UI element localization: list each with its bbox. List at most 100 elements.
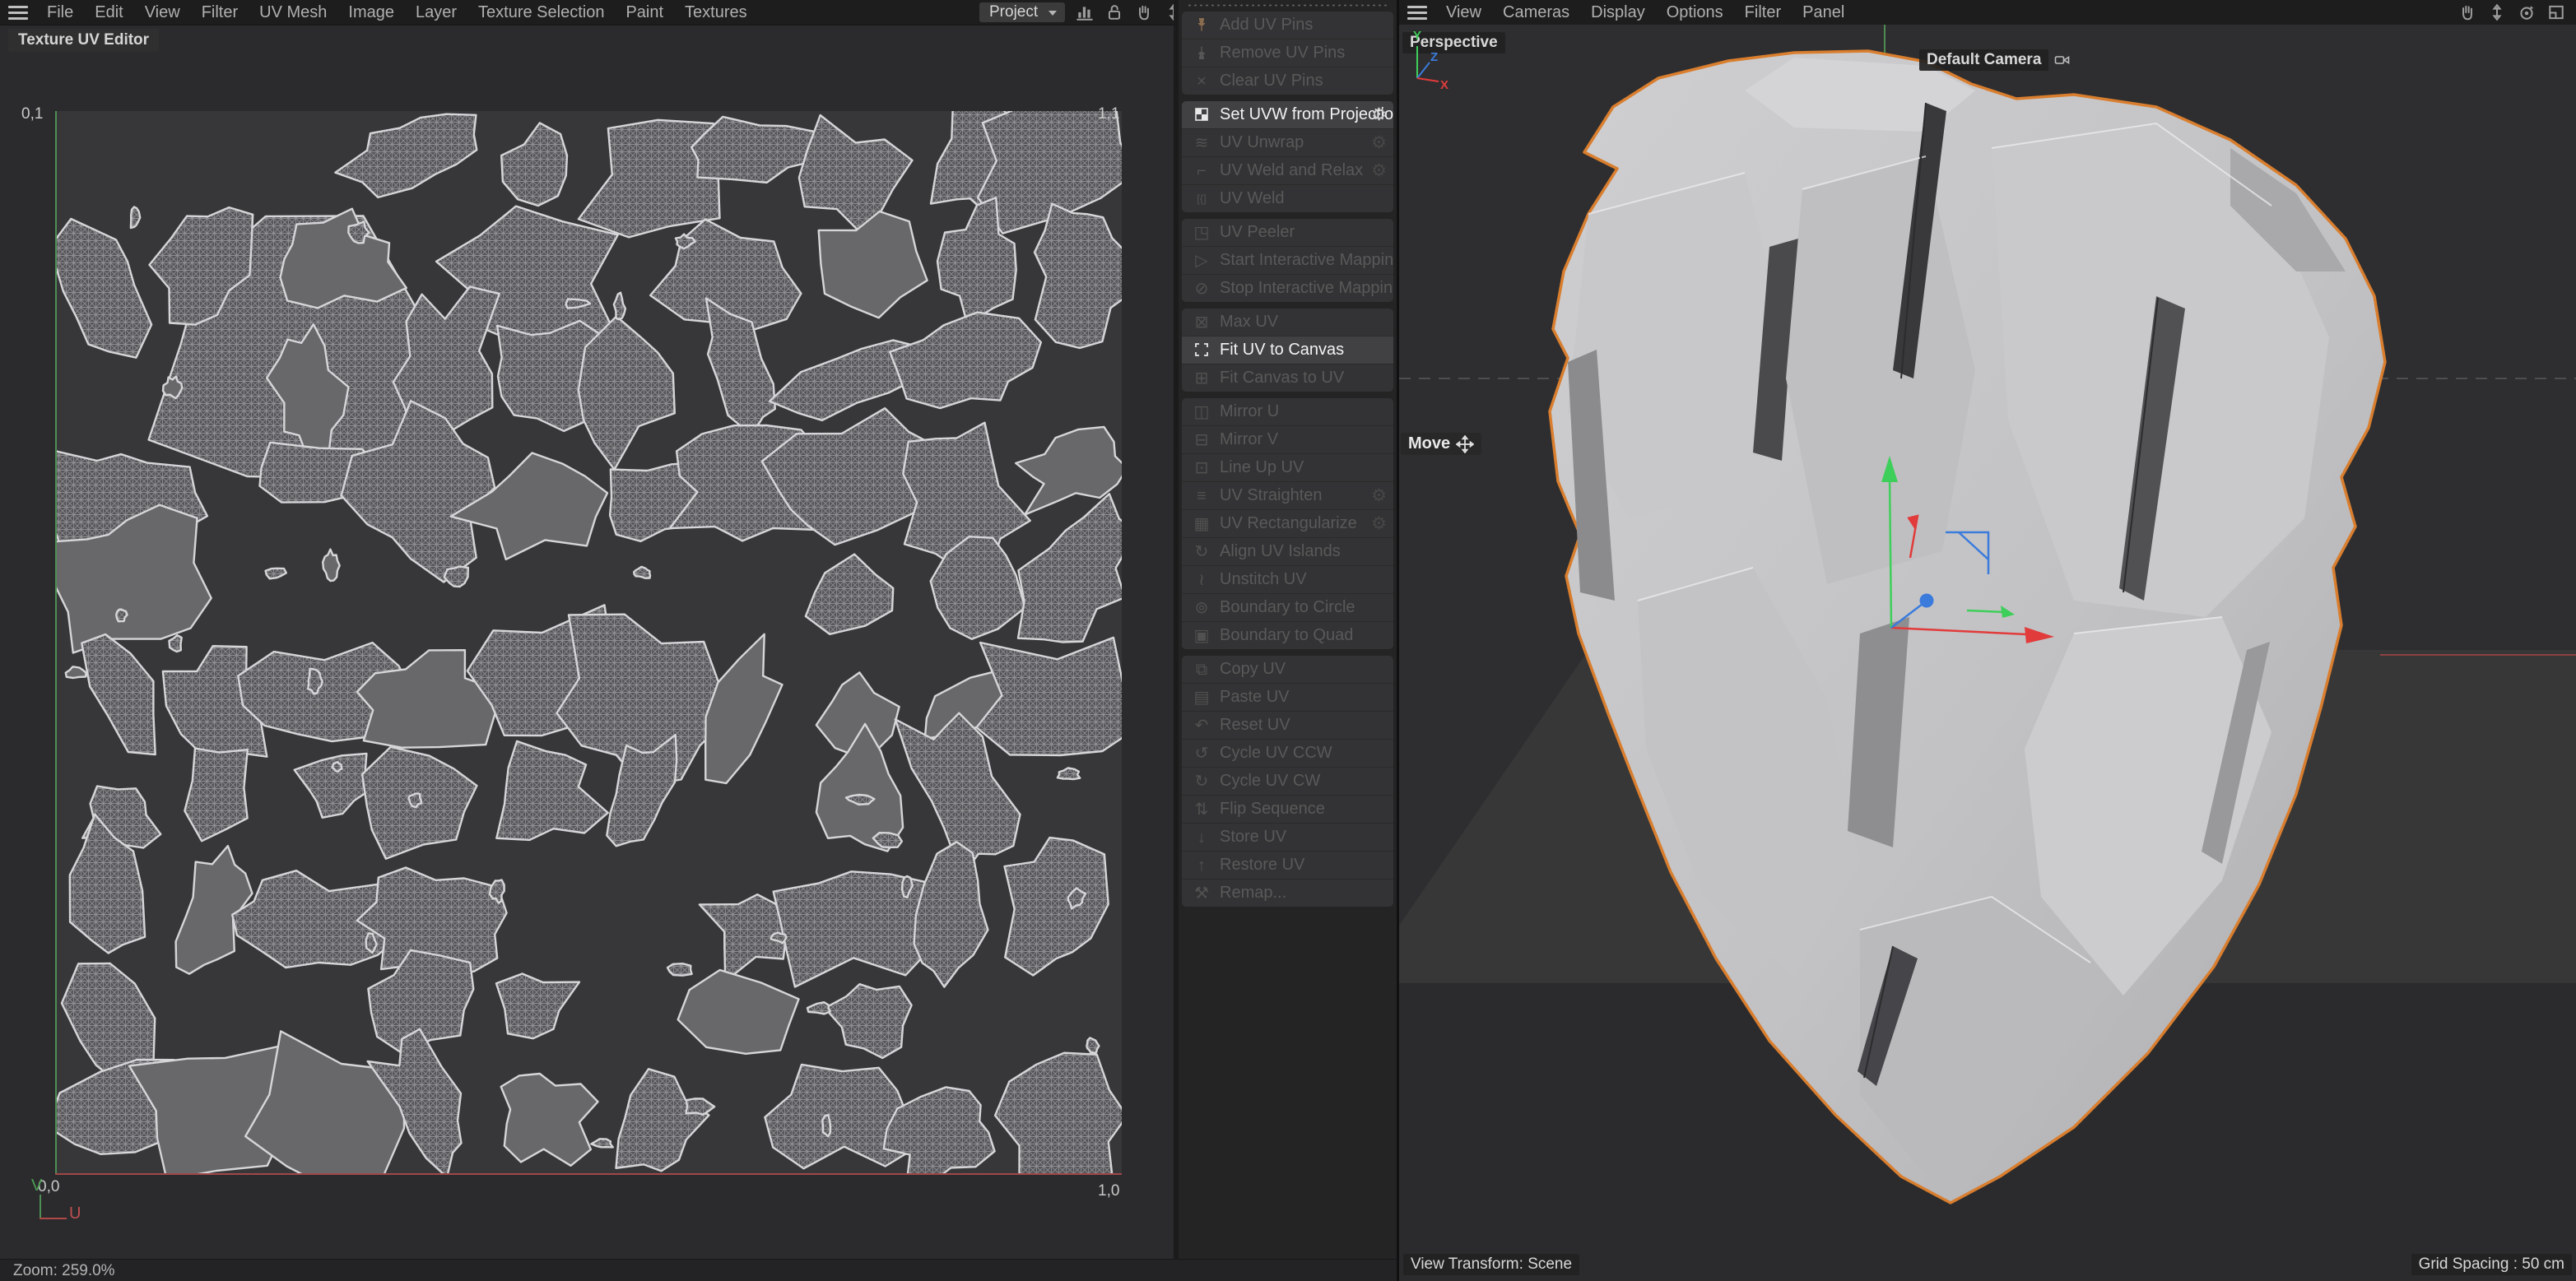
cmd-uv-weld[interactable]: [{] UV Weld (1182, 185, 1393, 212)
perspective-viewport[interactable]: Perspective Default Camera Move Y Z X Vi… (1399, 25, 2576, 1281)
uv-island[interactable] (168, 634, 183, 653)
vp-menu-filter[interactable]: Filter (1734, 0, 1792, 25)
uv-island[interactable] (685, 1098, 716, 1116)
uv-menu-paint[interactable]: Paint (615, 0, 674, 25)
cmd-cycle-uv-cw[interactable]: ↻ Cycle UV CW (1182, 768, 1393, 796)
gear-icon[interactable]: ⚙ (1371, 485, 1387, 506)
uv-island[interactable] (804, 553, 895, 635)
uv-island[interactable] (293, 752, 371, 819)
uv-island[interactable] (612, 291, 627, 321)
uv-island[interactable] (577, 315, 676, 471)
uv-island[interactable] (495, 740, 609, 842)
uv-menu-edit[interactable]: Edit (84, 0, 133, 25)
uv-menu-view[interactable]: View (134, 0, 191, 25)
uv-island[interactable] (443, 565, 469, 588)
cmd-uv-straighten[interactable]: ≡ UV Straighten ⚙ (1182, 482, 1393, 510)
tab-texture-uv-editor[interactable]: Texture UV Editor (8, 29, 160, 52)
uv-island[interactable] (500, 1072, 599, 1167)
gear-icon[interactable]: ⚙ (1371, 160, 1387, 181)
orbit-icon[interactable] (2516, 2, 2537, 23)
pane-icon[interactable] (2546, 2, 2567, 23)
uv-island[interactable] (129, 206, 142, 230)
cmd-restore-uv[interactable]: ↑ Restore UV (1182, 852, 1393, 880)
uv-island[interactable] (615, 1068, 710, 1172)
gear-icon[interactable]: ⚙ (1371, 513, 1387, 534)
uv-island[interactable] (797, 114, 914, 234)
uv-island[interactable] (577, 118, 721, 239)
uv-menu-uv-mesh[interactable]: UV Mesh (249, 0, 337, 25)
uv-island[interactable] (279, 207, 407, 309)
vp-menu-view[interactable]: View (1435, 0, 1492, 25)
uv-island[interactable] (495, 972, 581, 1040)
uv-island[interactable] (1016, 493, 1122, 643)
uv-island[interactable] (1056, 767, 1081, 781)
uv-island[interactable] (81, 633, 156, 756)
hand-icon[interactable] (2457, 2, 2478, 23)
uv-island[interactable] (817, 210, 928, 319)
cmd-copy-uv[interactable]: ⧉ Copy UV (1182, 656, 1393, 684)
uv-island[interactable] (1086, 1037, 1100, 1054)
cmd-remove-uv-pins[interactable]: Remove UV Pins (1182, 39, 1393, 67)
uv-island[interactable] (184, 747, 249, 842)
uv-canvas[interactable] (55, 111, 1122, 1174)
uv-island[interactable] (821, 1113, 832, 1138)
gear-icon[interactable]: ⚙ (1371, 132, 1387, 153)
uv-island[interactable] (666, 963, 693, 977)
cmd-remap[interactable]: ⚒ Remap... (1182, 880, 1393, 907)
palette-grip[interactable] (1185, 2, 1390, 8)
uv-island[interactable] (772, 870, 939, 988)
cmd-paste-uv[interactable]: ▤ Paste UV (1182, 684, 1393, 712)
uv-island[interactable] (590, 1138, 614, 1149)
cmd-mirror-u[interactable]: ◫ Mirror U (1182, 398, 1393, 426)
cmd-uv-weld-and-relax[interactable]: ⌐ UV Weld and Relax ⚙ (1182, 157, 1393, 185)
cmd-max-uv[interactable]: ⊠ Max UV (1182, 309, 1393, 336)
uv-island[interactable] (500, 122, 569, 207)
cmd-unstitch-uv[interactable]: ≀ Unstitch UV (1182, 566, 1393, 594)
cmd-add-uv-pins[interactable]: Add UV Pins (1182, 12, 1393, 39)
uv-menu-texture-selection[interactable]: Texture Selection (467, 0, 615, 25)
project-dropdown[interactable]: Project (979, 2, 1065, 22)
cmd-start-interactive-mapping[interactable]: ▷ Start Interactive Mapping (1182, 247, 1393, 275)
updown-icon[interactable] (2486, 2, 2508, 23)
cmd-line-up-uv[interactable]: ⊡ Line Up UV (1182, 454, 1393, 482)
uv-menu-layer[interactable]: Layer (405, 0, 467, 25)
cmd-set-uvw-from-projection[interactable]: Set UVW from Projection ⚙ (1182, 101, 1393, 129)
lock-icon[interactable] (1104, 2, 1125, 23)
vp-menu-cameras[interactable]: Cameras (1492, 0, 1580, 25)
uv-island[interactable] (633, 565, 652, 579)
cmd-boundary-to-quad[interactable]: ▣ Boundary to Quad (1182, 622, 1393, 649)
uv-island[interactable] (889, 311, 1042, 410)
uv-island[interactable] (264, 567, 287, 580)
uv-menu-filter[interactable]: Filter (191, 0, 249, 25)
vp-menu-panel[interactable]: Panel (1792, 0, 1855, 25)
cmd-store-uv[interactable]: ↓ Store UV (1182, 824, 1393, 852)
cmd-uv-unwrap[interactable]: ≋ UV Unwrap ⚙ (1182, 129, 1393, 157)
uv-menu-image[interactable]: Image (337, 0, 405, 25)
uv-island[interactable] (806, 1001, 831, 1015)
gear-icon[interactable]: ⚙ (1371, 104, 1387, 125)
cmd-clear-uv-pins[interactable]: × Clear UV Pins (1182, 67, 1393, 95)
cmd-reset-uv[interactable]: ↶ Reset UV (1182, 712, 1393, 740)
uv-island[interactable] (824, 983, 913, 1060)
histogram-icon[interactable] (1074, 2, 1095, 23)
uv-island[interactable] (913, 841, 989, 988)
hamburger-menu-icon[interactable] (0, 5, 36, 20)
uv-island[interactable] (993, 1051, 1122, 1174)
uv-island[interactable] (64, 666, 87, 680)
cmd-stop-interactive-mapping[interactable]: ⊘ Stop Interactive Mapping (1182, 275, 1393, 302)
vp-menu-display[interactable]: Display (1580, 0, 1656, 25)
uv-island[interactable] (1003, 836, 1109, 977)
uv-island[interactable] (677, 968, 800, 1055)
cmd-cycle-uv-ccw[interactable]: ↺ Cycle UV CCW (1182, 740, 1393, 768)
uv-island[interactable] (1033, 202, 1122, 350)
uv-island[interactable] (334, 113, 478, 199)
camera-icon[interactable] (2054, 53, 2071, 67)
cmd-fit-canvas-to-uv[interactable]: ⊞ Fit Canvas to UV (1182, 364, 1393, 392)
camera-label[interactable]: Default Camera (1919, 49, 2071, 71)
uv-island[interactable] (55, 217, 153, 359)
cmd-flip-sequence[interactable]: ⇅ Flip Sequence (1182, 796, 1393, 824)
uv-menu-textures[interactable]: Textures (674, 0, 758, 25)
cmd-mirror-v[interactable]: ⊟ Mirror V (1182, 426, 1393, 454)
cmd-uv-rectangularize[interactable]: ▦ UV Rectangularize ⚙ (1182, 510, 1393, 538)
uv-island[interactable] (322, 548, 341, 582)
